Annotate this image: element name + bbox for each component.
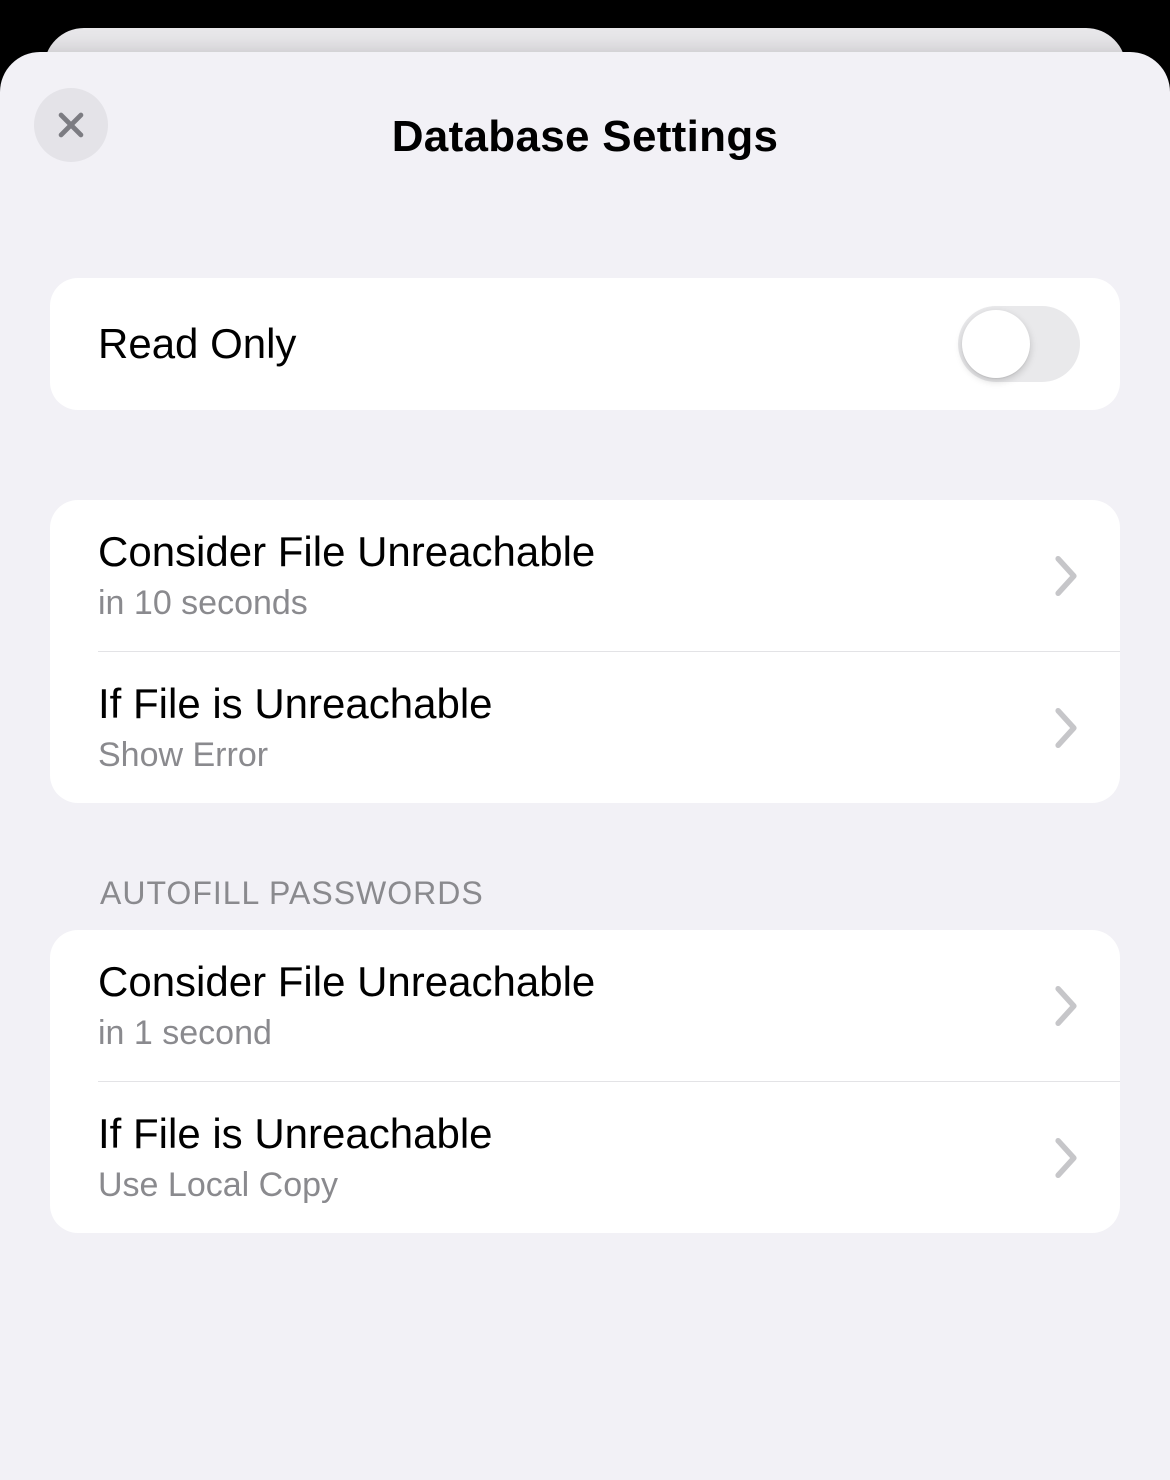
chevron-right-icon bbox=[1052, 706, 1080, 750]
row-title: Consider File Unreachable bbox=[98, 958, 1040, 1006]
row-subtitle: in 1 second bbox=[98, 1014, 1040, 1053]
if-unreachable-row[interactable]: If File is Unreachable Show Error bbox=[50, 652, 1120, 803]
row-title: Consider File Unreachable bbox=[98, 528, 1040, 576]
page-title: Database Settings bbox=[392, 112, 779, 162]
close-button[interactable] bbox=[34, 88, 108, 162]
modal-sheet: Database Settings Read Only Consider Fil… bbox=[0, 52, 1170, 1480]
chevron-right-icon bbox=[1052, 1136, 1080, 1180]
group-autofill: Consider File Unreachable in 1 second If… bbox=[50, 930, 1120, 1233]
nav-bar: Database Settings bbox=[0, 52, 1170, 222]
autofill-if-unreachable-row[interactable]: If File is Unreachable Use Local Copy bbox=[50, 1082, 1120, 1233]
read-only-label: Read Only bbox=[98, 320, 958, 368]
row-subtitle: in 10 seconds bbox=[98, 584, 1040, 623]
chevron-right-icon bbox=[1052, 554, 1080, 598]
group-file-access: Consider File Unreachable in 10 seconds … bbox=[50, 500, 1120, 803]
row-title: If File is Unreachable bbox=[98, 680, 1040, 728]
toggle-knob bbox=[962, 310, 1030, 378]
group-general: Read Only bbox=[50, 278, 1120, 410]
close-icon bbox=[54, 108, 88, 142]
read-only-row[interactable]: Read Only bbox=[50, 278, 1120, 410]
row-title: If File is Unreachable bbox=[98, 1110, 1040, 1158]
read-only-toggle[interactable] bbox=[958, 306, 1080, 382]
row-subtitle: Use Local Copy bbox=[98, 1166, 1040, 1205]
autofill-consider-unreachable-row[interactable]: Consider File Unreachable in 1 second bbox=[50, 930, 1120, 1081]
section-header-autofill: AUTOFILL PASSWORDS bbox=[50, 875, 1120, 930]
content: Read Only Consider File Unreachable in 1… bbox=[0, 222, 1170, 1233]
row-subtitle: Show Error bbox=[98, 736, 1040, 775]
consider-unreachable-row[interactable]: Consider File Unreachable in 10 seconds bbox=[50, 500, 1120, 651]
chevron-right-icon bbox=[1052, 984, 1080, 1028]
